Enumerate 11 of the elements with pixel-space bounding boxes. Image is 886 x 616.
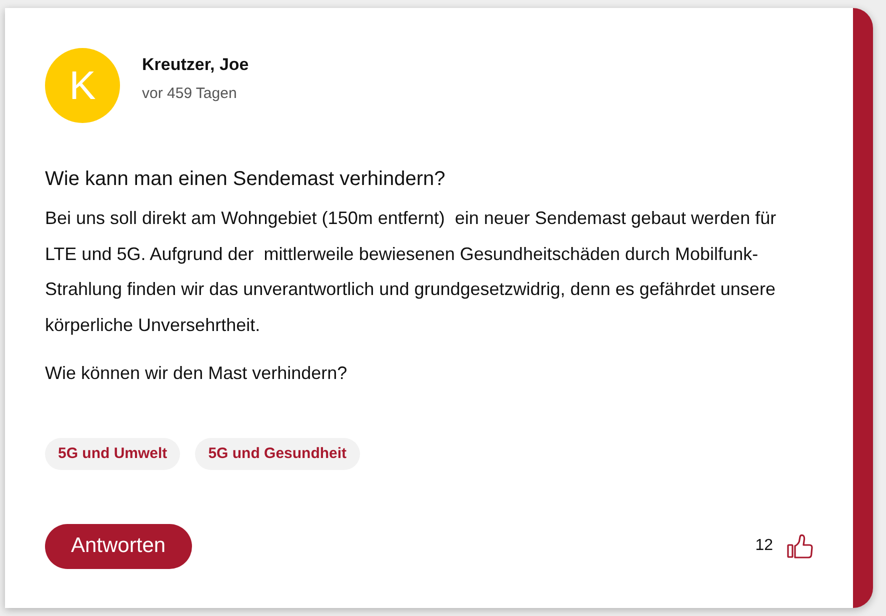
question-title: Wie kann man einen Sendemast verhindern? [45, 167, 446, 191]
avatar-initial: K [45, 48, 120, 123]
question-text: Bei uns soll direkt am Wohngebiet (150m entfernt) ein neuer Sendemast gebaut werden für LTE und 5G. Aufgrund der mittlerweile bewiesenen Gesundheitschäden durch Mobilfunk-Strahlung finden wir das unverantwortlich und grundgesetzwidrig, denn es gefährdet unsere körperliche Unversehrtheit. [45, 207, 778, 337]
topic-tag[interactable]: 5G und Gesundheit [195, 438, 360, 470]
thumbs-up-icon[interactable] [787, 534, 813, 558]
topic-tag[interactable]: 5G und Umwelt [45, 438, 180, 470]
post-time: vor 459 Tagen [142, 85, 238, 103]
reply-button[interactable]: Antworten [45, 524, 192, 568]
like-count: 12 [755, 537, 773, 555]
author-name: Kreutzer, Joe [142, 55, 249, 75]
question-text: Wie können wir den Mast verhindern? [45, 362, 348, 385]
